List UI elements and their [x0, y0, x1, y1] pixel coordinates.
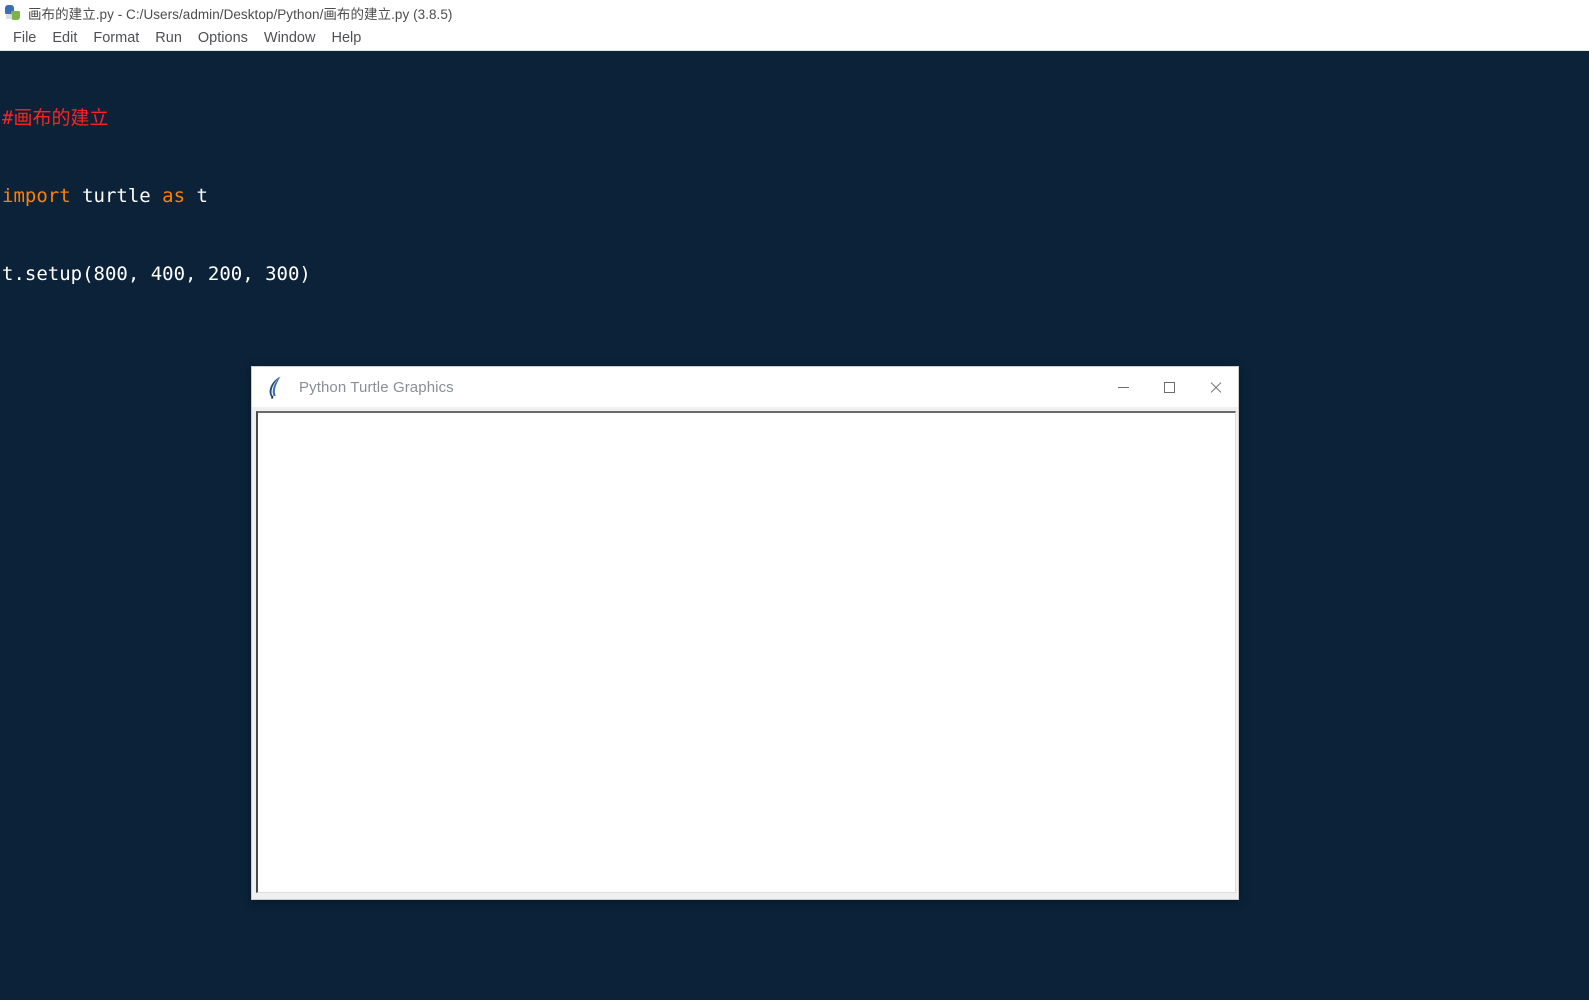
python-idle-icon — [4, 4, 22, 22]
menu-item-run[interactable]: Run — [147, 28, 190, 48]
close-button[interactable] — [1192, 368, 1238, 406]
idle-title-bar: 画布的建立.py - C:/Users/admin/Desktop/Python… — [0, 0, 1589, 25]
tk-feather-icon — [265, 375, 287, 399]
idle-menu-bar: File Edit Format Run Options Window Help — [0, 25, 1589, 51]
window-controls — [1100, 367, 1238, 407]
menu-item-help[interactable]: Help — [323, 28, 369, 48]
menu-item-file[interactable]: File — [5, 28, 44, 48]
code-keyword-import: import — [2, 185, 71, 207]
code-setup-call: t.setup(800, 400, 200, 300) — [2, 263, 311, 285]
turtle-title-bar[interactable]: Python Turtle Graphics — [252, 367, 1238, 407]
minimize-button[interactable] — [1100, 368, 1146, 406]
code-alias-name: t — [185, 185, 208, 207]
menu-item-options[interactable]: Options — [190, 28, 256, 48]
menu-item-format[interactable]: Format — [85, 28, 147, 48]
minimize-icon — [1117, 386, 1129, 388]
code-keyword-as: as — [162, 185, 186, 207]
turtle-canvas-border — [256, 411, 1236, 893]
turtle-drawing-canvas[interactable] — [258, 413, 1235, 892]
turtle-canvas-frame — [252, 407, 1238, 899]
maximize-icon — [1163, 381, 1175, 393]
turtle-graphics-window[interactable]: Python Turtle Graphics — [251, 366, 1239, 900]
code-line-2: import turtle as t — [2, 183, 1589, 209]
menu-item-edit[interactable]: Edit — [44, 28, 85, 48]
close-icon — [1209, 381, 1222, 394]
code-line-3: t.setup(800, 400, 200, 300) — [2, 261, 1589, 287]
maximize-button[interactable] — [1146, 368, 1192, 406]
idle-window-title: 画布的建立.py - C:/Users/admin/Desktop/Python… — [28, 6, 453, 22]
menu-item-window[interactable]: Window — [256, 28, 324, 48]
turtle-window-title: Python Turtle Graphics — [299, 378, 454, 396]
code-comment-token: #画布的建立 — [2, 107, 109, 129]
code-line-1: #画布的建立 — [2, 105, 1589, 131]
code-module-name: turtle — [70, 185, 163, 207]
